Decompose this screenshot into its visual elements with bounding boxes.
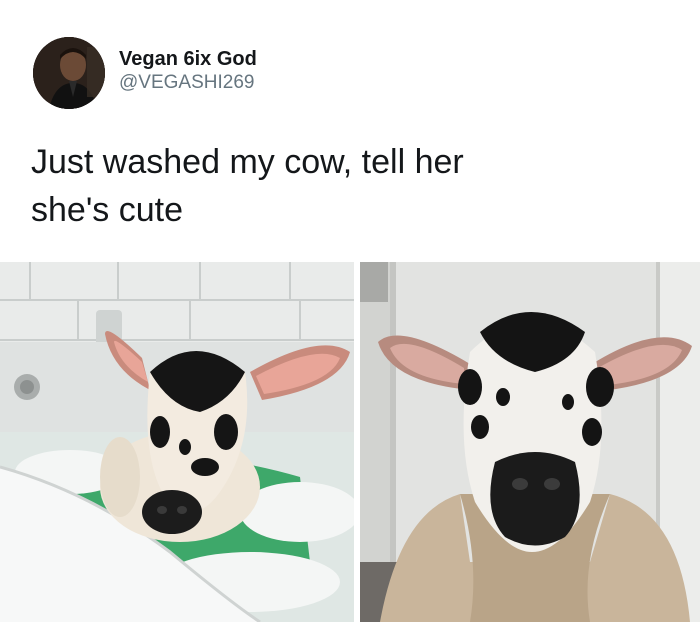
tweet-text-line: she's cute: [31, 191, 184, 229]
display-name[interactable]: Vegan 6ix God: [119, 47, 257, 71]
user-meta: Vegan 6ix God @VEGASHI269: [119, 47, 257, 94]
calf-towel-image: [360, 262, 700, 622]
avatar[interactable]: [33, 37, 105, 109]
calf-bathtub-image: [0, 262, 354, 622]
user-handle[interactable]: @VEGASHI269: [119, 72, 257, 94]
photo-calf-towel[interactable]: [360, 262, 700, 622]
tweet-header: Vegan 6ix God @VEGASHI269: [33, 37, 257, 109]
tweet-text-line: Just washed my cow, tell her: [31, 143, 464, 181]
photo-calf-bathtub[interactable]: [0, 262, 354, 622]
tweet-text: Just washed my cow, tell her she's cute: [31, 138, 671, 234]
avatar-image: [33, 37, 105, 109]
